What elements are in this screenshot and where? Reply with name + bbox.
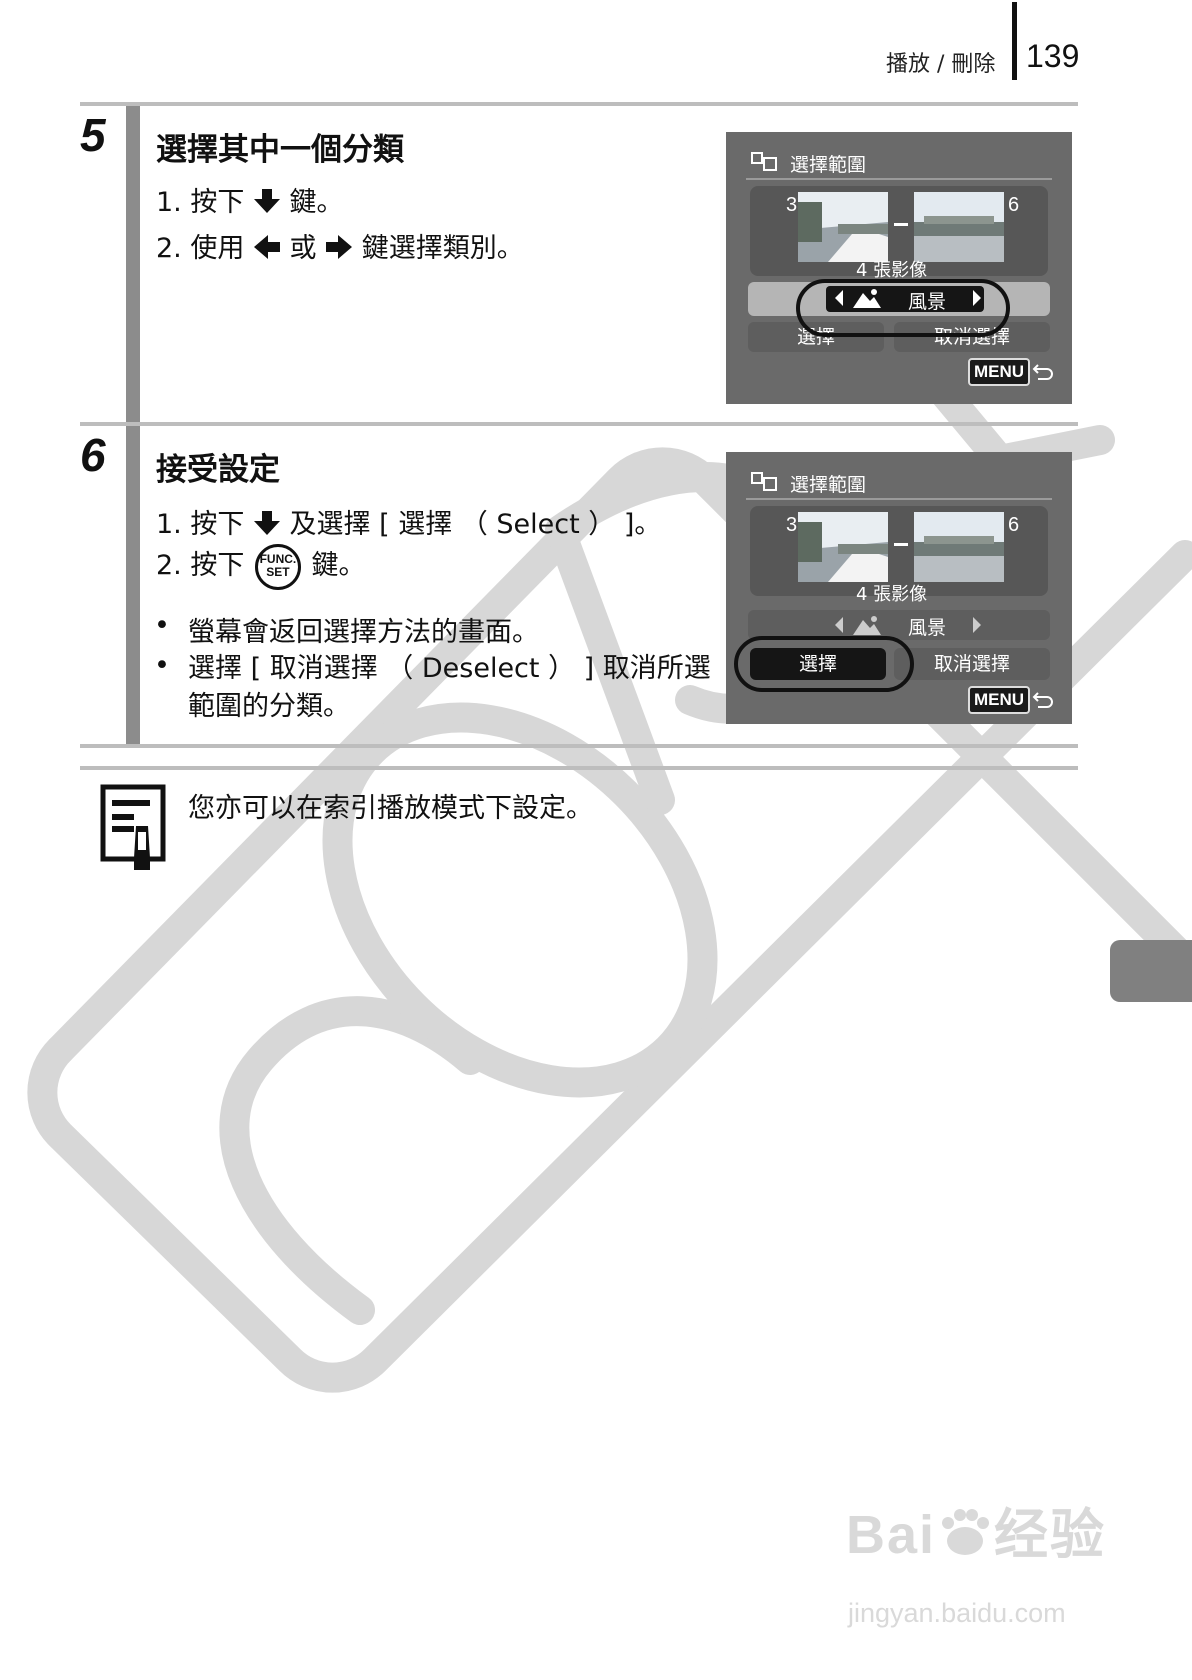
step-title: 接受設定 — [156, 452, 280, 488]
first-thumbnail — [798, 512, 888, 582]
instruction-line: 2. 按下 FUNC. SET 鍵。 — [156, 543, 366, 590]
paw-icon — [936, 1507, 994, 1557]
screen-title: 選擇範圍 — [790, 474, 867, 496]
bullet-dot: • — [154, 650, 170, 681]
divider-rule — [80, 766, 1078, 770]
step-bar — [126, 426, 140, 746]
divider-rule — [80, 744, 1078, 748]
return-icon — [1032, 360, 1054, 386]
instruction-line: 1. 按下 及選擇 [ 選擇 （ Select ） ]。 — [156, 502, 661, 541]
first-image-number: 3 — [786, 514, 798, 536]
arrow-left-icon — [253, 233, 281, 264]
instruction-prefix: 2. 按下 — [156, 550, 245, 581]
instruction-prefix: 1. 按下 — [156, 187, 245, 218]
baidu-url: jingyan.baidu.com — [848, 1598, 1066, 1628]
range-select-icon — [750, 150, 778, 178]
header-divider — [1012, 2, 1017, 80]
arrow-left-icon[interactable] — [834, 616, 844, 638]
screen-title: 選擇範圍 — [790, 154, 867, 176]
category-label: 風景 — [908, 617, 947, 639]
note-text: 您亦可以在索引播放模式下設定。 — [188, 793, 593, 824]
instruction-line: 1. 按下 鍵。 — [156, 180, 344, 219]
step-bar — [126, 106, 140, 424]
last-image-number: 6 — [1008, 194, 1020, 216]
divider-rule — [80, 422, 1078, 426]
memo-icon — [100, 784, 166, 876]
func-icon-top-text: FUNC. — [259, 551, 297, 566]
range-dash — [894, 543, 908, 546]
screen-divider — [746, 498, 1052, 500]
highlight-oval — [796, 279, 1010, 337]
section-title: 播放 / 刪除 — [886, 52, 996, 77]
highlight-oval — [734, 636, 914, 692]
first-thumbnail — [798, 192, 888, 262]
image-count: 4 張影像 — [856, 584, 928, 605]
screen-divider — [746, 178, 1052, 180]
instruction-prefix: 2. 使用 — [156, 233, 245, 264]
deselect-button[interactable]: 取消選擇 — [894, 648, 1050, 680]
last-image-number: 6 — [1008, 514, 1020, 536]
arrow-right-icon[interactable] — [972, 616, 982, 638]
instruction-prefix: 1. 按下 — [156, 509, 245, 540]
menu-button[interactable]: MENU — [968, 358, 1031, 386]
first-image-number: 3 — [786, 194, 798, 216]
return-icon — [1032, 688, 1054, 714]
instruction-suffix: 及選擇 [ 選擇 （ Select ） ]。 — [289, 509, 662, 540]
instruction-suffix: 鍵選擇類別。 — [361, 233, 524, 264]
page-number: 139 — [1026, 38, 1080, 74]
func-set-button-icon: FUNC. SET — [254, 543, 301, 590]
chapter-tab — [1110, 940, 1192, 1002]
range-select-icon — [750, 470, 778, 498]
logo-brand-right: 经验 — [994, 1505, 1107, 1565]
last-thumbnail — [914, 512, 1004, 582]
instruction-middle: 或 — [289, 233, 317, 264]
range-dash — [894, 223, 908, 226]
arrow-down-icon — [253, 509, 281, 540]
bullet-text: 選擇 [ 取消選擇 （ Deselect ） ] 取消所選範圍的分類。 — [188, 653, 711, 722]
step-number: 5 — [80, 109, 106, 161]
last-thumbnail — [914, 192, 1004, 262]
logo-brand-left: Bai — [846, 1505, 937, 1565]
step-number: 6 — [80, 429, 106, 481]
camera-screen: 選擇範圍 3 6 4 張影像 風景 選擇 取消選擇 MENU — [726, 132, 1072, 404]
baidu-logo: Bai 经验 — [846, 1490, 1106, 1569]
menu-button[interactable]: MENU — [968, 686, 1031, 714]
instruction-suffix: 鍵。 — [289, 187, 344, 218]
bullet-dot: • — [154, 610, 170, 641]
instruction-line: 2. 使用 或 鍵選擇類別。 — [156, 226, 524, 265]
func-icon-bottom-text: SET — [266, 564, 290, 579]
bullet-text: 螢幕會返回選擇方法的畫面。 — [188, 617, 539, 648]
divider-rule — [80, 102, 1078, 106]
instruction-suffix: 鍵。 — [311, 550, 366, 581]
arrow-right-icon — [325, 233, 353, 264]
arrow-down-icon — [253, 187, 281, 218]
step-title: 選擇其中一個分類 — [156, 132, 404, 168]
